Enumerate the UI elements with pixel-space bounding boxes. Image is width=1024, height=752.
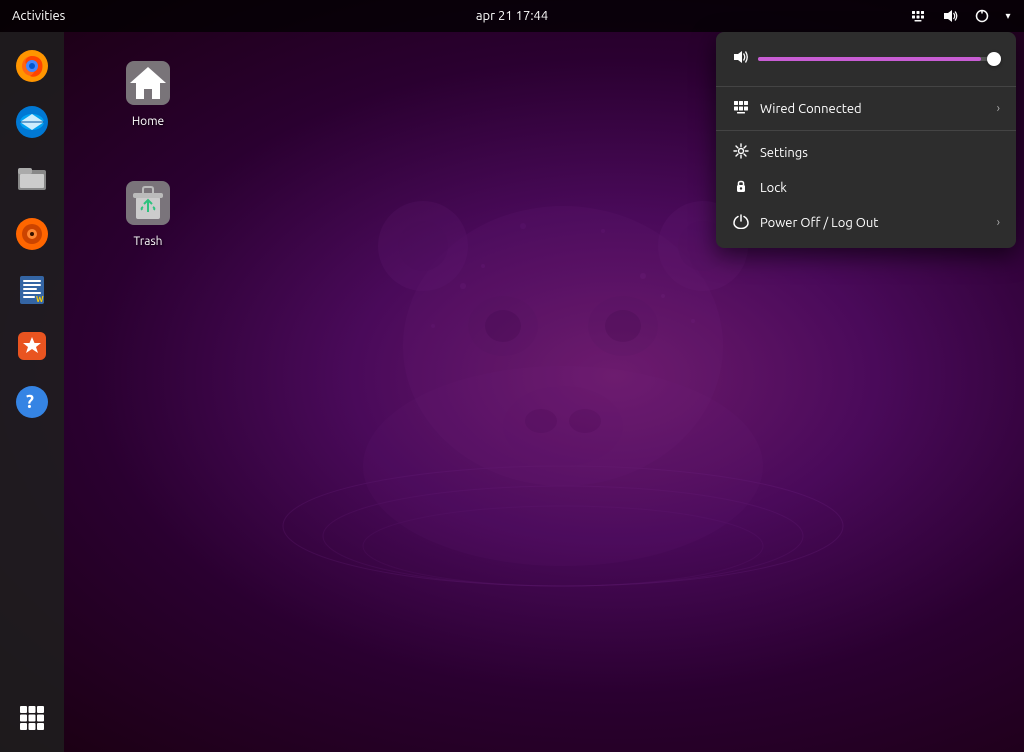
power-label: Power Off / Log Out	[760, 216, 987, 230]
volume-icon	[732, 48, 750, 70]
dock-item-firefox[interactable]	[6, 40, 58, 92]
desktop: Activities apr 21 17:44	[0, 0, 1024, 752]
wired-arrow: ›	[997, 102, 1000, 115]
system-menu-arrow[interactable]: ▾	[1000, 0, 1016, 32]
lock-icon	[732, 178, 750, 197]
wired-label: Wired Connected	[760, 102, 987, 116]
home-label: Home	[132, 115, 164, 128]
power-arrow: ›	[997, 216, 1000, 229]
desktop-icon-trash[interactable]: Trash	[108, 175, 188, 248]
menu-item-power[interactable]: Power Off / Log Out ›	[716, 205, 1016, 240]
svg-text:?: ?	[26, 392, 34, 412]
topbar-indicators: ▾	[904, 0, 1024, 32]
volume-slider[interactable]	[758, 57, 1000, 61]
dock-item-rhythmbox[interactable]	[6, 208, 58, 260]
dock-item-thunderbird[interactable]	[6, 96, 58, 148]
settings-label: Settings	[760, 146, 1000, 160]
volume-indicator[interactable]	[936, 0, 964, 32]
activities-label: Activities	[12, 9, 65, 23]
volume-slider-fill	[758, 57, 981, 61]
system-menu-popup: Wired Connected › Settings	[716, 32, 1016, 248]
dock-item-files[interactable]	[6, 152, 58, 204]
trash-label: Trash	[133, 235, 162, 248]
show-applications-button[interactable]	[6, 692, 58, 744]
menu-item-wired[interactable]: Wired Connected ›	[716, 91, 1016, 126]
desktop-icon-home[interactable]: Home	[108, 55, 188, 128]
topbar-clock[interactable]: apr 21 17:44	[476, 9, 548, 23]
volume-slider-thumb	[987, 52, 1001, 66]
topbar: Activities apr 21 17:44	[0, 0, 1024, 32]
network-indicator[interactable]	[904, 0, 932, 32]
power-icon	[732, 213, 750, 232]
svg-text:W: W	[36, 295, 44, 304]
menu-item-settings[interactable]: Settings	[716, 135, 1016, 170]
dock: W ?	[0, 32, 64, 752]
menu-item-lock[interactable]: Lock	[716, 170, 1016, 205]
network-icon	[732, 99, 750, 118]
home-icon	[120, 55, 176, 111]
system-indicator[interactable]	[968, 0, 996, 32]
lock-label: Lock	[760, 181, 1000, 195]
settings-icon	[732, 143, 750, 162]
dock-item-help[interactable]: ?	[6, 376, 58, 428]
menu-separator-2	[716, 130, 1016, 131]
trash-icon	[120, 175, 176, 231]
activities-button[interactable]: Activities	[0, 0, 77, 32]
menu-separator-1	[716, 86, 1016, 87]
volume-control-row	[716, 44, 1016, 82]
dock-item-software-center[interactable]	[6, 320, 58, 372]
dock-item-libreoffice-writer[interactable]: W	[6, 264, 58, 316]
